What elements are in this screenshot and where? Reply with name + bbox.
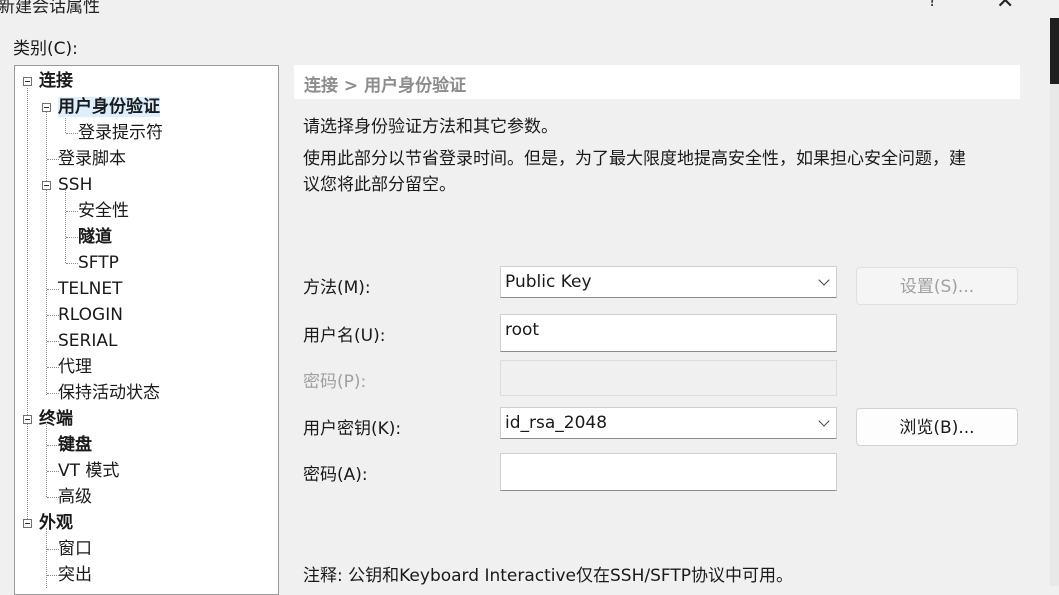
tree-item-ssh[interactable]: SSH <box>58 173 92 197</box>
settings-button[interactable]: 设置(S)... <box>856 267 1018 305</box>
tree-item-label: VT 模式 <box>58 461 120 481</box>
chevron-down-icon <box>818 274 830 286</box>
tree-item-tunnel[interactable]: 隧道 <box>78 225 112 249</box>
background-window-edge <box>1050 18 1059 84</box>
tree-item-login-script[interactable]: 登录脚本 <box>58 147 126 171</box>
tree-item-keepalive[interactable]: 保持活动状态 <box>58 381 160 405</box>
collapse-toggle-auth[interactable] <box>42 103 51 112</box>
user-key-select[interactable]: id_rsa_2048 <box>500 407 837 439</box>
user-key-select-value: id_rsa_2048 <box>505 413 608 433</box>
tree-item-proxy[interactable]: 代理 <box>58 355 92 379</box>
tree-item-label: 突出 <box>58 565 92 585</box>
tree-item-label: SERIAL <box>58 331 118 351</box>
tree-item-label: 终端 <box>39 409 73 429</box>
tree-item-label: 安全性 <box>78 201 129 221</box>
tree-item-sftp[interactable]: SFTP <box>78 251 119 275</box>
section-header: 连接 > 用户身份验证 <box>294 65 1020 99</box>
tree-item-label: 登录脚本 <box>58 149 126 169</box>
tree-item-keyboard[interactable]: 键盘 <box>58 433 92 457</box>
note-text: 注释: 公钥和Keyboard Interactive仅在SSH/SFTP协议中… <box>303 566 794 586</box>
username-input[interactable]: root <box>500 314 837 352</box>
tree-item-label: 键盘 <box>58 435 92 455</box>
category-tree[interactable]: 连接 用户身份验证 登录提示符 登录脚本 SSH 安全性 隧道 SFTP TEL… <box>14 65 279 595</box>
tree-item-label: 保持活动状态 <box>58 383 160 403</box>
tree-item-advanced[interactable]: 高级 <box>58 485 92 509</box>
tree-item-label: 窗口 <box>58 539 92 559</box>
collapse-toggle-connection[interactable] <box>23 77 32 86</box>
tree-item-appearance[interactable]: 外观 <box>39 511 73 535</box>
tree-item-label: SFTP <box>78 253 119 273</box>
user-key-label: 用户密钥(K): <box>303 419 402 439</box>
passphrase-input[interactable] <box>500 453 837 491</box>
help-button[interactable]: ? <box>928 0 937 11</box>
category-label: 类别(C): <box>13 39 78 59</box>
tree-item-label: 高级 <box>58 487 92 507</box>
tree-item-serial[interactable]: SERIAL <box>58 329 117 353</box>
breadcrumb: 连接 > 用户身份验证 <box>304 76 467 96</box>
chevron-down-icon <box>818 415 830 427</box>
method-select-value: Public Key <box>505 272 592 292</box>
collapse-toggle-ssh[interactable] <box>42 181 51 190</box>
tree-item-label: 用户身份验证 <box>58 97 160 117</box>
browse-button[interactable]: 浏览(B)... <box>856 408 1018 446</box>
password-label: 密码(P): <box>303 372 367 392</box>
username-label: 用户名(U): <box>303 326 386 346</box>
tree-connector <box>65 190 66 263</box>
title-bar: 新建会话属性 ? ✕ <box>0 0 1059 18</box>
close-button[interactable]: ✕ <box>996 0 1014 14</box>
tree-item-label: SSH <box>58 175 93 195</box>
method-label: 方法(M): <box>303 278 371 298</box>
tree-item-telnet[interactable]: TELNET <box>58 277 122 301</box>
tree-item-label: TELNET <box>58 279 123 299</box>
tree-item-vt-mode[interactable]: VT 模式 <box>58 459 119 483</box>
collapse-toggle-terminal[interactable] <box>23 415 32 424</box>
tree-item-auth[interactable]: 用户身份验证 <box>58 95 160 119</box>
tree-item-window[interactable]: 窗口 <box>58 537 92 561</box>
tree-item-highlight[interactable]: 突出 <box>58 563 92 587</box>
tree-item-connection[interactable]: 连接 <box>39 69 73 93</box>
collapse-toggle-appearance[interactable] <box>23 519 32 528</box>
tree-item-label: RLOGIN <box>58 305 123 325</box>
description-line-2: 使用此部分以节省登录时间。但是，为了最大限度地提高安全性，如果担心安全问题，建 <box>303 149 966 169</box>
method-select[interactable]: Public Key <box>500 266 837 298</box>
tree-item-label: 连接 <box>39 71 73 91</box>
tree-item-label: 代理 <box>58 357 92 377</box>
tree-item-label: 外观 <box>39 513 73 533</box>
tree-connector <box>46 528 47 588</box>
tree-item-label: 登录提示符 <box>78 123 163 143</box>
tree-item-label: 隧道 <box>78 227 112 247</box>
tree-item-login-prompt[interactable]: 登录提示符 <box>78 121 163 145</box>
tree-connector <box>46 424 47 497</box>
tree-connector <box>27 88 28 523</box>
tree-item-security[interactable]: 安全性 <box>78 199 129 223</box>
description-line-3: 议您将此部分留空。 <box>303 175 456 195</box>
password-input[interactable] <box>500 360 837 396</box>
window-title: 新建会话属性 <box>0 0 100 17</box>
tree-connector <box>46 112 47 395</box>
description-line-1: 请选择身份验证方法和其它参数。 <box>303 117 558 137</box>
tree-item-terminal[interactable]: 终端 <box>39 407 73 431</box>
background-window-edge-lower <box>1050 84 1059 586</box>
passphrase-label: 密码(A): <box>303 465 368 485</box>
tree-item-rlogin[interactable]: RLOGIN <box>58 303 123 327</box>
